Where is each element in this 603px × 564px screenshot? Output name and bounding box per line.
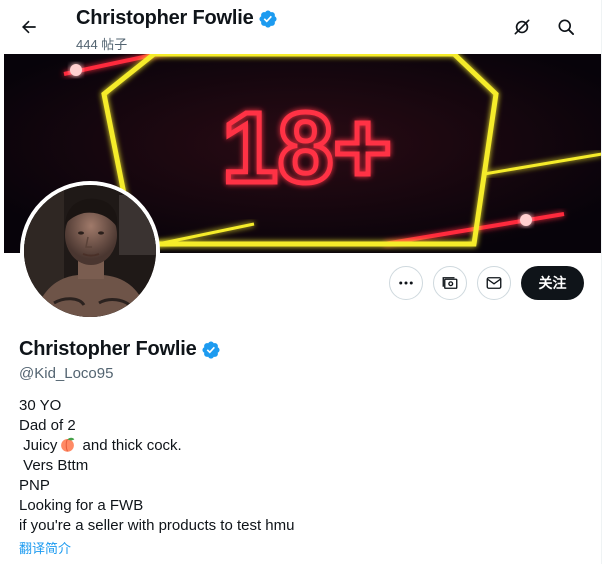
post-count: 444 帖子 <box>76 37 128 52</box>
grok-button[interactable] <box>503 8 541 46</box>
bio-line: Looking for a FWB <box>19 497 144 514</box>
bio-fragment: and thick cock. <box>78 437 182 454</box>
bio-fragment: Juicy <box>19 437 58 454</box>
back-button[interactable] <box>10 8 48 46</box>
top-header: Christopher Fowlie 444 帖子 <box>0 0 603 54</box>
arrow-left-icon <box>22 20 36 34</box>
money-icon <box>442 277 458 289</box>
verified-badge-icon[interactable] <box>201 340 221 360</box>
grok-slash-icon <box>514 19 530 35</box>
message-button[interactable] <box>477 266 511 300</box>
profile-page: Christopher Fowlie 444 帖子 18+ 关注 Christo… <box>0 0 603 564</box>
bio-line: Dad of 2 <box>19 417 76 434</box>
avatar-photo <box>24 185 156 317</box>
profile-name: Christopher Fowlie <box>19 338 221 361</box>
follow-button[interactable]: 关注 <box>521 266 584 300</box>
column-divider <box>601 0 602 564</box>
envelope-icon <box>486 277 502 289</box>
header-name: Christopher Fowlie <box>76 7 254 29</box>
verified-badge-icon <box>258 9 277 28</box>
header-title: Christopher Fowlie <box>76 7 278 30</box>
profile-bio: 30 YO Dad of 2 Juicy and thick cock. Ver… <box>19 396 295 536</box>
bio-line: PNP <box>19 477 50 494</box>
bio-line: Vers Bttm <box>19 457 89 474</box>
avatar[interactable] <box>20 181 160 321</box>
search-button[interactable] <box>547 8 585 46</box>
more-dots-icon <box>399 281 413 285</box>
translate-bio-link[interactable]: 翻译简介 <box>19 538 71 557</box>
search-icon <box>558 19 574 35</box>
bio-line-juicy: Juicy and thick cock. <box>19 436 295 456</box>
subscribe-button[interactable] <box>433 266 467 300</box>
peach-emoji-icon <box>61 437 75 452</box>
profile-name-text: Christopher Fowlie <box>19 338 197 360</box>
bio-line: if you're a seller with products to test… <box>19 517 295 534</box>
bio-line: 30 YO <box>19 397 62 414</box>
profile-handle: @Kid_Loco95 <box>19 365 114 382</box>
banner-text: 18+ <box>222 92 392 204</box>
more-button[interactable] <box>389 266 423 300</box>
